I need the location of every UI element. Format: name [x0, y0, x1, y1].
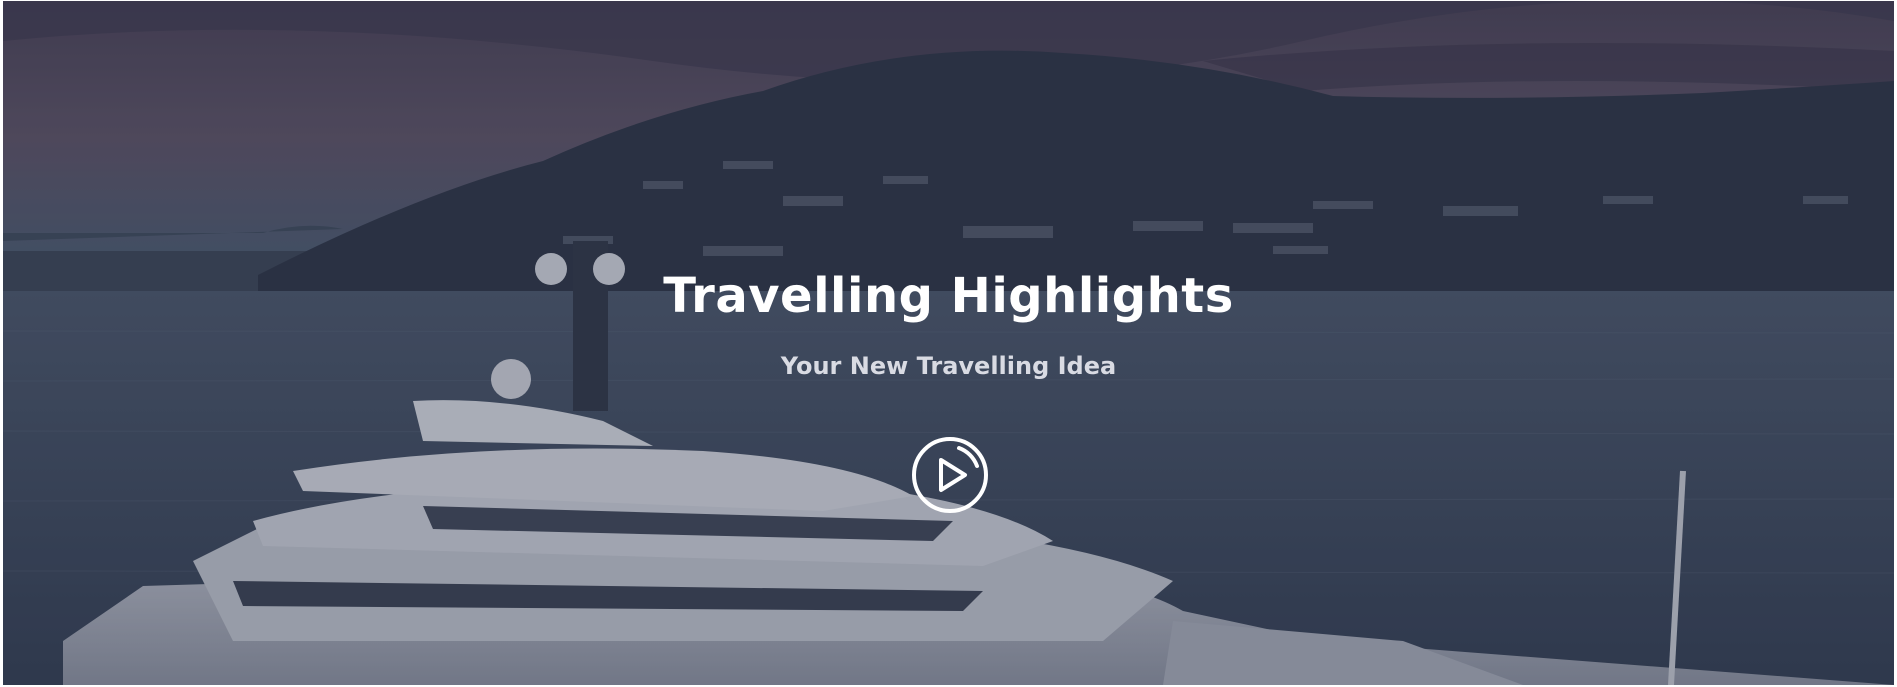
dark-overlay: [3, 1, 1894, 685]
play-video-button[interactable]: [911, 436, 989, 514]
hero-title: Travelling Highlights: [663, 268, 1234, 324]
hero-subtitle: Your New Travelling Idea: [780, 352, 1117, 380]
hero-banner: Travelling Highlights Your New Travellin…: [3, 1, 1894, 685]
play-circle-icon: [912, 437, 988, 513]
